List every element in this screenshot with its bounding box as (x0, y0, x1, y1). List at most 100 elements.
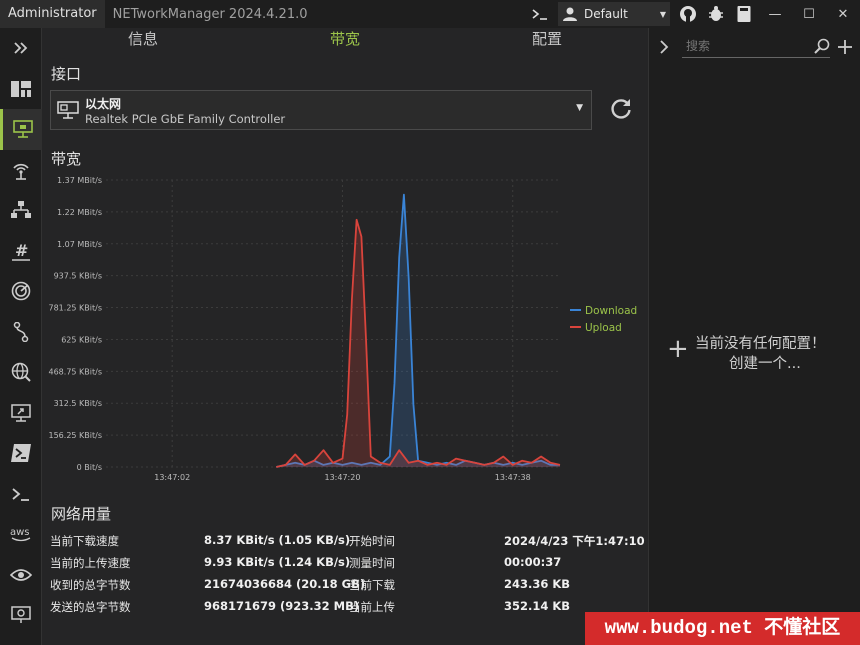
sidebar-item-port-scanner[interactable] (0, 271, 42, 312)
empty-message-line1: 当前没有任何配置！ (695, 336, 826, 352)
powershell-icon (11, 444, 31, 463)
y-tick-label: 625 KBit/s (61, 335, 102, 344)
sidebar-item-dns[interactable] (0, 352, 42, 393)
y-tick-label: 1.22 MBit/s (57, 208, 102, 217)
usage-section-title: 网络用量 (51, 505, 112, 523)
sidebar-item-dashboard[interactable] (0, 69, 42, 110)
refresh-icon[interactable] (608, 96, 634, 122)
remote-desktop-icon (11, 404, 31, 422)
empty-message-line2: 创建一个... (729, 356, 801, 372)
series-area-upload (276, 219, 560, 467)
interface-description: Realtek PCIe GbE Family Controller (85, 112, 286, 126)
sidebar-item-terminal[interactable] (0, 474, 42, 515)
network-card-icon (57, 101, 79, 119)
terminal-icon (12, 488, 29, 501)
minimize-button[interactable]: — (758, 0, 792, 28)
sidebar-item-powershell[interactable] (0, 433, 42, 474)
globe-icon (11, 363, 31, 382)
x-tick-label: 13:47:20 (324, 473, 360, 482)
stat-row: 当前的上传速度 9.93 KBit/s (1.24 KB/s) 测量时间 00:… (50, 552, 640, 574)
sidebar-item-wifi[interactable] (0, 150, 42, 191)
chevron-down-icon: ▼ (659, 9, 666, 19)
svg-text:aws: aws (10, 527, 30, 538)
close-button[interactable]: ✕ (826, 0, 860, 28)
tab-bandwidth[interactable]: 带宽 (244, 28, 446, 52)
sidebar-item-ip-scanner[interactable] (0, 190, 42, 231)
profiles-panel: + 当前没有任何配置！ 创建一个... (648, 28, 860, 645)
sidebar-item-settings[interactable] (0, 636, 42, 645)
eye-icon (10, 568, 32, 581)
sidebar-item-screen[interactable] (0, 595, 42, 636)
stat-label: 当前下载速度 (50, 534, 119, 548)
stat-value: 2024/4/23 下午1:47:10 (504, 534, 645, 548)
bandwidth-chart: 1.37 MBit/s 1.22 MBit/s 1.07 MBit/s 937.5 K… (49, 176, 638, 482)
sidebar-item-traceroute[interactable] (0, 312, 42, 353)
sidebar-item-aws[interactable]: aws (0, 514, 42, 555)
maximize-button[interactable]: ☐ (792, 0, 826, 28)
tab-profile[interactable]: 配置 (446, 28, 648, 52)
interface-selector[interactable]: 以太网 Realtek PCIe GbE Family Controller ▼ (50, 90, 592, 130)
sidebar-item-subnet[interactable]: # (0, 231, 42, 272)
wifi-icon (13, 163, 29, 180)
stat-value: 00:00:37 (504, 555, 562, 569)
y-tick-label: 1.07 MBit/s (57, 240, 102, 249)
traceroute-icon (13, 321, 29, 342)
interface-section-title: 接口 (51, 65, 82, 83)
x-tick-label: 13:47:02 (154, 473, 190, 482)
stat-value: 968171679 (923.32 MB) (204, 599, 360, 613)
tab-info[interactable]: 信息 (42, 28, 244, 52)
stat-label: 开始时间 (349, 534, 395, 548)
y-tick-label: 1.37 MBit/s (57, 176, 102, 185)
sidebar-item-network-interface[interactable] (0, 109, 42, 150)
subnet-icon: # (12, 241, 30, 261)
y-tick-label: 0 Bit/s (77, 463, 102, 472)
stat-label: 发送的总字节数 (50, 600, 131, 614)
book-icon[interactable] (730, 0, 758, 28)
stat-row: 发送的总字节数 968171679 (923.32 MB) 当前上传 352.1… (50, 596, 640, 618)
stat-value: 352.14 KB (504, 599, 571, 613)
stat-label: 测量时间 (349, 556, 395, 570)
series-line-download (276, 193, 560, 468)
profile-search (682, 36, 830, 58)
main-content: 接口 以太网 Realtek PCIe GbE Family Controlle… (42, 52, 648, 645)
bug-icon[interactable] (702, 0, 730, 28)
sidebar: # aws (0, 28, 42, 645)
sidebar-item-watcher[interactable] (0, 555, 42, 596)
screen-icon (11, 606, 31, 624)
x-tick-label: 13:47:38 (495, 473, 531, 482)
bandwidth-section-title: 带宽 (51, 150, 82, 168)
profile-selector[interactable]: Default ▼ (558, 2, 670, 26)
y-tick-label: 312.5 KBit/s (54, 399, 102, 408)
series-area-download (276, 194, 560, 467)
stat-label: 收到的总字节数 (50, 578, 131, 592)
y-tick-label: 468.75 KBit/s (49, 367, 103, 376)
add-icon[interactable] (837, 39, 853, 55)
stat-row: 当前下载速度 8.37 KBit/s (1.05 KB/s) 开始时间 2024… (50, 530, 645, 552)
dropdown-caret-icon: ▼ (576, 103, 583, 113)
sidebar-item-remote-desktop[interactable] (0, 393, 42, 434)
github-icon[interactable] (674, 0, 702, 28)
powershell-prompt-icon[interactable] (526, 0, 554, 28)
watermark: www.budog.net 不懂社区 (585, 612, 860, 645)
port-scanner-icon (11, 281, 31, 301)
stat-label: 当前上传 (349, 600, 395, 614)
stat-row: 收到的总字节数 21674036684 (20.18 GB) 当前下载 243.… (50, 574, 640, 596)
profile-name: Default (584, 7, 628, 21)
y-tick-label: 781.25 KBit/s (49, 304, 103, 313)
stat-label: 当前下载 (349, 578, 395, 592)
title-bar: Administrator NETworkManager 2024.4.21.0… (0, 0, 860, 28)
search-input[interactable] (682, 36, 802, 56)
double-chevron-right-icon (14, 42, 28, 54)
dashboard-icon (11, 80, 31, 97)
expand-menu-button[interactable] (0, 28, 42, 69)
aws-icon: aws (10, 527, 31, 542)
legend-label: Upload (585, 322, 622, 334)
network-interface-icon (12, 120, 33, 139)
search-icon[interactable] (814, 38, 830, 54)
stat-value: 9.93 KBit/s (1.24 KB/s) (204, 555, 351, 569)
y-tick-label: 937.5 KBit/s (54, 272, 102, 281)
stat-value: 8.37 KBit/s (1.05 KB/s) (204, 533, 351, 547)
chevron-right-icon[interactable] (659, 40, 669, 54)
user-icon (563, 7, 577, 21)
app-title: NETworkManager 2024.4.21.0 (112, 6, 308, 22)
